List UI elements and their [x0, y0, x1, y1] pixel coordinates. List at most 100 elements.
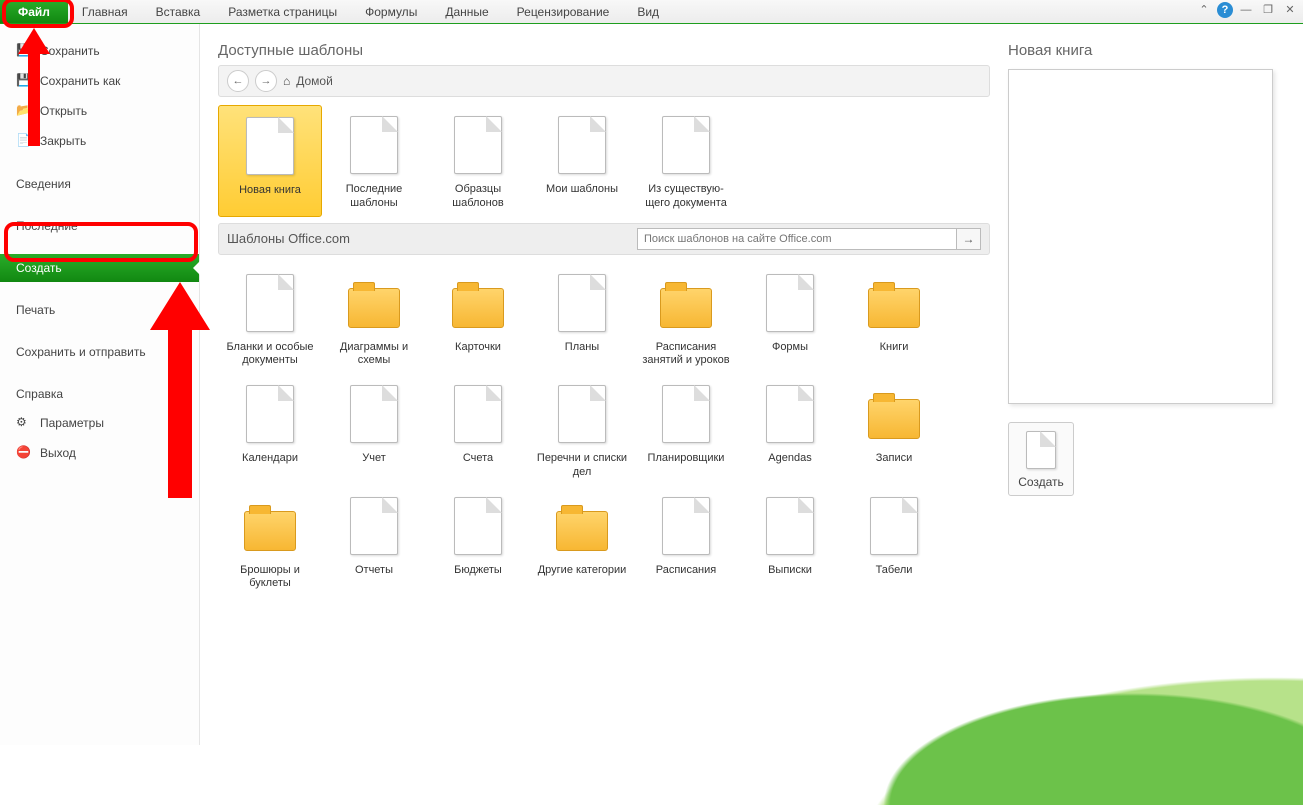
document-icon: [1025, 431, 1057, 471]
file-icon: [550, 382, 614, 446]
sidebar-label: Сохранить и отправить: [16, 345, 146, 359]
file-icon: [342, 382, 406, 446]
sidebar-save-as[interactable]: 💾 Сохранить как: [0, 66, 199, 96]
tab-file[interactable]: Файл: [0, 0, 68, 23]
tile-label: Отчеты: [326, 564, 422, 578]
file-icon: [238, 114, 302, 178]
category-tile[interactable]: Табели: [842, 486, 946, 598]
tile-label: Последние шаблоны: [326, 183, 422, 211]
category-tile[interactable]: Расписания: [634, 486, 738, 598]
tile-label: Брошюры и буклеты: [222, 564, 318, 592]
category-tile[interactable]: Отчеты: [322, 486, 426, 598]
sidebar-label: Параметры: [40, 416, 104, 430]
sidebar-new[interactable]: Создать: [0, 254, 199, 282]
folder-icon: [342, 271, 406, 335]
save-as-icon: 💾: [16, 73, 32, 89]
tile-label: Из существую-щего документа: [638, 183, 734, 211]
category-tile[interactable]: Планы: [530, 263, 634, 375]
tile-label: Планы: [534, 341, 630, 355]
sidebar-info[interactable]: Сведения: [0, 170, 199, 198]
help-icon[interactable]: ?: [1217, 2, 1233, 18]
create-button-label: Создать: [1013, 475, 1069, 489]
file-icon: [654, 382, 718, 446]
tab-review[interactable]: Рецензирование: [503, 0, 624, 23]
sidebar-label: Сведения: [16, 177, 71, 191]
category-tile[interactable]: Бюджеты: [426, 486, 530, 598]
category-tile[interactable]: Перечни и списки дел: [530, 374, 634, 486]
preview-thumbnail: [1008, 69, 1273, 404]
sidebar-label: Сохранить как: [40, 74, 120, 88]
file-icon: [342, 113, 406, 177]
template-tile[interactable]: Мои шаблоны: [530, 105, 634, 217]
window-close-icon[interactable]: ✕: [1281, 2, 1299, 18]
sidebar-recent[interactable]: Последние: [0, 212, 199, 240]
category-tile[interactable]: Диаграммы и схемы: [322, 263, 426, 375]
sidebar-exit[interactable]: ⛔ Выход: [0, 438, 199, 468]
category-tile[interactable]: Карточки: [426, 263, 530, 375]
category-tile[interactable]: Счета: [426, 374, 530, 486]
window-minimize-icon[interactable]: —: [1237, 2, 1255, 18]
category-tile[interactable]: Записи: [842, 374, 946, 486]
template-tile[interactable]: Образцы шаблонов: [426, 105, 530, 217]
category-tile[interactable]: Другие категории: [530, 486, 634, 598]
file-icon: [654, 494, 718, 558]
category-tile[interactable]: Учет: [322, 374, 426, 486]
tile-label: Записи: [846, 452, 942, 466]
ribbon-minimize-icon[interactable]: ⌃: [1195, 2, 1213, 18]
sidebar-close[interactable]: 📄Закрыть: [0, 126, 199, 156]
tab-view[interactable]: Вид: [623, 0, 673, 23]
folder-icon: [238, 494, 302, 558]
template-tile[interactable]: Из существую-щего документа: [634, 105, 738, 217]
backstage-main: Доступные шаблоны ← → ⌂ Домой Новая книг…: [200, 24, 1303, 745]
window-restore-icon[interactable]: ❐: [1259, 2, 1277, 18]
tile-label: Новая книга: [223, 184, 317, 198]
category-tile[interactable]: Расписания занятий и уроков: [634, 263, 738, 375]
sidebar-print[interactable]: Печать: [0, 296, 199, 324]
create-button[interactable]: Создать: [1008, 422, 1074, 496]
templates-title: Доступные шаблоны: [218, 42, 990, 59]
category-tile[interactable]: Брошюры и буклеты: [218, 486, 322, 598]
nav-back-button[interactable]: ←: [227, 70, 249, 92]
sidebar-help[interactable]: Справка: [0, 380, 199, 408]
tile-label: Счета: [430, 452, 526, 466]
template-search-input[interactable]: [637, 228, 957, 250]
tile-label: Agendas: [742, 452, 838, 466]
sidebar-options[interactable]: ⚙ Параметры: [0, 408, 199, 438]
tab-formulas[interactable]: Формулы: [351, 0, 431, 23]
folder-icon: [862, 271, 926, 335]
tab-data[interactable]: Данные: [431, 0, 502, 23]
sidebar-open[interactable]: 📂Открыть: [0, 96, 199, 126]
template-tile[interactable]: Последние шаблоны: [322, 105, 426, 217]
templates-breadcrumb-bar: ← → ⌂ Домой: [218, 65, 990, 97]
exit-icon: ⛔: [16, 445, 32, 461]
home-icon[interactable]: ⌂: [283, 74, 290, 88]
category-tile[interactable]: Формы: [738, 263, 842, 375]
tab-home[interactable]: Главная: [68, 0, 142, 23]
template-tile[interactable]: Новая книга: [218, 105, 322, 217]
tab-insert[interactable]: Вставка: [142, 0, 215, 23]
file-icon: [862, 494, 926, 558]
sidebar-share[interactable]: Сохранить и отправить: [0, 338, 199, 366]
tile-label: Диаграммы и схемы: [326, 341, 422, 369]
category-tile[interactable]: Календари: [218, 374, 322, 486]
tile-label: Календари: [222, 452, 318, 466]
sidebar-save[interactable]: 💾Сохранить: [0, 36, 199, 66]
preview-panel: Новая книга Создать: [1008, 42, 1293, 745]
sidebar-label: Создать: [16, 261, 62, 275]
template-search-go-button[interactable]: →: [957, 228, 981, 250]
options-icon: ⚙: [16, 415, 32, 431]
category-tile[interactable]: Agendas: [738, 374, 842, 486]
file-icon: [654, 113, 718, 177]
category-tile[interactable]: Выписки: [738, 486, 842, 598]
file-icon: [446, 113, 510, 177]
category-tile[interactable]: Книги: [842, 263, 946, 375]
category-tile[interactable]: Планировщики: [634, 374, 738, 486]
tile-label: Книги: [846, 341, 942, 355]
nav-forward-button[interactable]: →: [255, 70, 277, 92]
tab-page-layout[interactable]: Разметка страницы: [214, 0, 351, 23]
category-tile[interactable]: Бланки и особые документы: [218, 263, 322, 375]
breadcrumb-home[interactable]: Домой: [296, 74, 333, 88]
window-controls: ⌃ ? — ❐ ✕: [1195, 2, 1299, 18]
sidebar-label: Выход: [40, 446, 76, 460]
close-file-icon: 📄: [16, 133, 32, 149]
